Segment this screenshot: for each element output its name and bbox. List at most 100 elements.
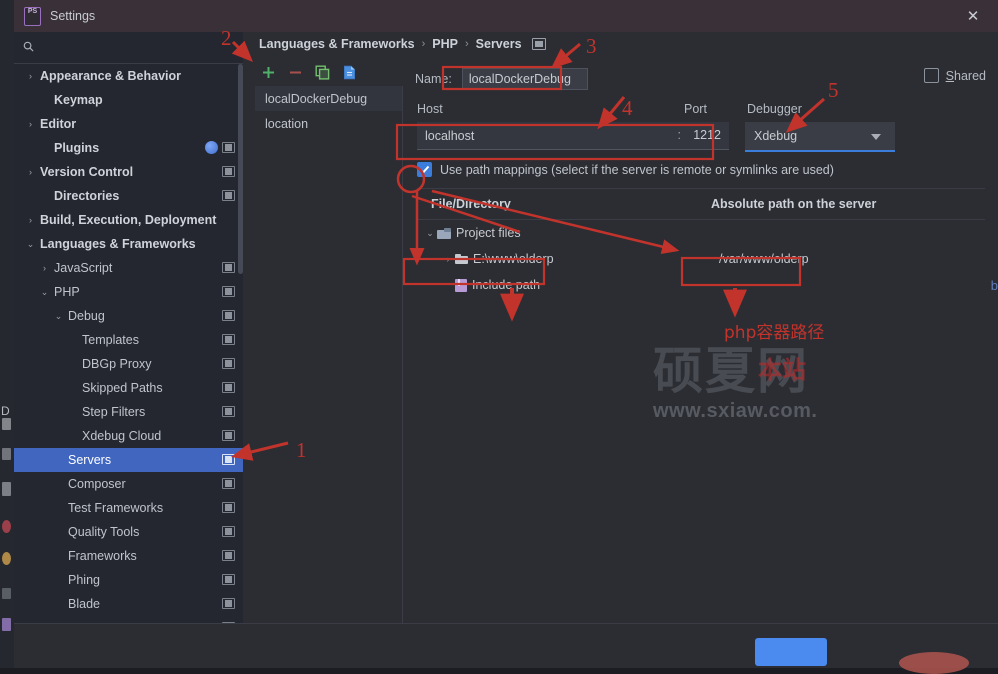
include-path-icon [455, 278, 467, 292]
sidebar-item-languages-frameworks[interactable]: ⌄ Languages & Frameworks [14, 232, 243, 256]
name-label: Name: [415, 72, 452, 86]
sidebar-item-label: Test Frameworks [68, 501, 164, 515]
settings-sync-badge-icon[interactable] [222, 358, 235, 369]
sidebar-item-build-execution-deployment[interactable]: › Build, Execution, Deployment [14, 208, 243, 232]
sidebar-item-composer[interactable]: Composer [14, 472, 243, 496]
shared-checkbox[interactable] [923, 68, 939, 83]
sidebar-item-label: Skipped Paths [82, 381, 163, 395]
settings-sync-badge-icon[interactable] [222, 262, 235, 273]
settings-sync-badge-icon[interactable] [222, 190, 235, 201]
add-server-button[interactable] [261, 65, 276, 80]
sidebar-item-directories[interactable]: Directories [14, 184, 243, 208]
chevron-right-icon[interactable]: › [38, 263, 51, 273]
sidebar-item-editor[interactable]: › Editor [14, 112, 243, 136]
path-mapping-server-cell[interactable]: /var/www/olderp [705, 246, 809, 272]
settings-sync-badge-icon[interactable] [222, 406, 235, 417]
chevron-right-icon[interactable]: › [441, 254, 455, 264]
port-label: Port [684, 102, 707, 116]
sidebar-item-keymap[interactable]: Keymap [14, 88, 243, 112]
chevron-right-icon[interactable]: › [24, 215, 37, 225]
settings-sync-badge-icon[interactable] [222, 382, 235, 393]
debugger-select[interactable]: Xdebug [745, 122, 895, 152]
folder-icon [455, 254, 468, 264]
sidebar-item-blade[interactable]: Blade [14, 592, 243, 616]
path-mapping-row[interactable]: › E:\www\olderp/var/www/olderp [417, 246, 985, 272]
breadcrumb-item-2: Servers [475, 37, 522, 51]
settings-sync-badge-icon[interactable] [222, 142, 235, 153]
remove-server-button[interactable] [288, 65, 303, 80]
copy-server-button[interactable] [315, 65, 330, 80]
sidebar-item-servers[interactable]: Servers [14, 448, 243, 472]
path-mapping-file-cell[interactable]: Include path [417, 272, 540, 298]
sidebar-item-templates[interactable]: Templates [14, 328, 243, 352]
sidebar-item-php[interactable]: ⌄ PHP [14, 280, 243, 304]
sidebar-item-appearance-behavior[interactable]: › Appearance & Behavior [14, 64, 243, 88]
sidebar-item-javascript[interactable]: › JavaScript [14, 256, 243, 280]
chevron-right-icon[interactable]: › [24, 71, 37, 81]
breadcrumb-item-1[interactable]: PHP [432, 37, 458, 51]
sidebar-item-debug[interactable]: ⌄ Debug [14, 304, 243, 328]
chevron-right-icon[interactable]: › [24, 167, 37, 177]
sidebar-item-quality-tools[interactable]: Quality Tools [14, 520, 243, 544]
close-icon[interactable]: ✕ [962, 6, 984, 26]
chevron-down-icon[interactable]: ⌄ [423, 228, 437, 239]
ide-letter-d: D [1, 404, 10, 418]
ide-background-toolbar: D [0, 0, 14, 668]
path-mapping-file-cell[interactable]: ⌄ Project files [417, 220, 520, 246]
chevron-down-icon[interactable]: ⌄ [52, 311, 65, 322]
settings-sync-badge-icon[interactable] [222, 430, 235, 441]
settings-sync-badge-icon[interactable] [222, 286, 235, 297]
settings-sync-badge-icon[interactable] [222, 478, 235, 489]
path-mapping-server-cell[interactable] [705, 272, 719, 298]
sidebar-item-version-control[interactable]: › Version Control [14, 160, 243, 184]
host-input[interactable]: localhost : 1212 [417, 122, 729, 150]
edge-fragment: b [990, 278, 998, 293]
sidebar-item-label: Composer [68, 477, 126, 491]
dialog-body: › Appearance & Behavior Keymap › Editor Plugi… [14, 32, 998, 674]
sidebar-item-label: Debug [68, 309, 105, 323]
path-mapping-row[interactable]: Include path [417, 272, 985, 298]
path-mapping-row[interactable]: ⌄ Project files [417, 220, 985, 246]
sidebar-item-label: Xdebug Cloud [82, 429, 162, 443]
server-list-item[interactable]: location [255, 111, 402, 136]
sidebar-item-dbgp-proxy[interactable]: DBGp Proxy [14, 352, 243, 376]
search-input[interactable] [41, 38, 235, 58]
settings-sync-badge-icon[interactable] [222, 550, 235, 561]
settings-sync-badge-icon[interactable] [222, 310, 235, 321]
settings-sync-badge-icon[interactable] [222, 502, 235, 513]
primary-button[interactable] [755, 638, 827, 666]
settings-sync-badge-icon[interactable] [222, 454, 235, 465]
chevron-down-icon[interactable]: ⌄ [24, 239, 37, 250]
search-bar[interactable] [14, 32, 243, 64]
sidebar-item-label: PHP [54, 285, 80, 299]
settings-sync-badge-icon[interactable] [222, 526, 235, 537]
ide-icon-7 [2, 618, 11, 631]
sidebar-item-test-frameworks[interactable]: Test Frameworks [14, 496, 243, 520]
sidebar-item-skipped-paths[interactable]: Skipped Paths [14, 376, 243, 400]
settings-sync-badge-icon[interactable] [531, 38, 546, 50]
sidebar-item-step-filters[interactable]: Step Filters [14, 400, 243, 424]
chevron-right-icon[interactable]: › [24, 119, 37, 129]
sidebar-item-plugins[interactable]: Plugins [14, 136, 243, 160]
settings-sync-badge-icon[interactable] [222, 574, 235, 585]
import-server-button[interactable] [342, 65, 357, 80]
sidebar-item-xdebug-cloud[interactable]: Xdebug Cloud [14, 424, 243, 448]
dialog-footer [14, 623, 998, 674]
server-list-item[interactable]: localDockerDebug [255, 86, 402, 111]
sidebar-item-phing[interactable]: Phing [14, 568, 243, 592]
name-input[interactable] [461, 68, 588, 90]
port-value[interactable]: 1212 [693, 128, 721, 142]
use-path-mappings-checkbox[interactable] [417, 162, 432, 177]
chevron-down-icon[interactable]: ⌄ [38, 287, 51, 298]
use-path-mappings-row[interactable]: Use path mappings (select if the server … [417, 162, 834, 177]
path-mapping-file-cell[interactable]: › E:\www\olderp [417, 246, 554, 272]
sidebar-item-frameworks[interactable]: Frameworks [14, 544, 243, 568]
breadcrumb-item-0[interactable]: Languages & Frameworks [259, 37, 415, 51]
settings-sync-badge-icon[interactable] [222, 166, 235, 177]
settings-sync-badge-icon[interactable] [222, 334, 235, 345]
shared-checkbox-row[interactable]: Shared [923, 68, 986, 83]
debugger-label: Debugger [747, 102, 802, 116]
server-list[interactable]: localDockerDebug location [255, 86, 403, 652]
path-mapping-server-cell[interactable] [705, 220, 719, 246]
settings-sync-badge-icon[interactable] [222, 598, 235, 609]
